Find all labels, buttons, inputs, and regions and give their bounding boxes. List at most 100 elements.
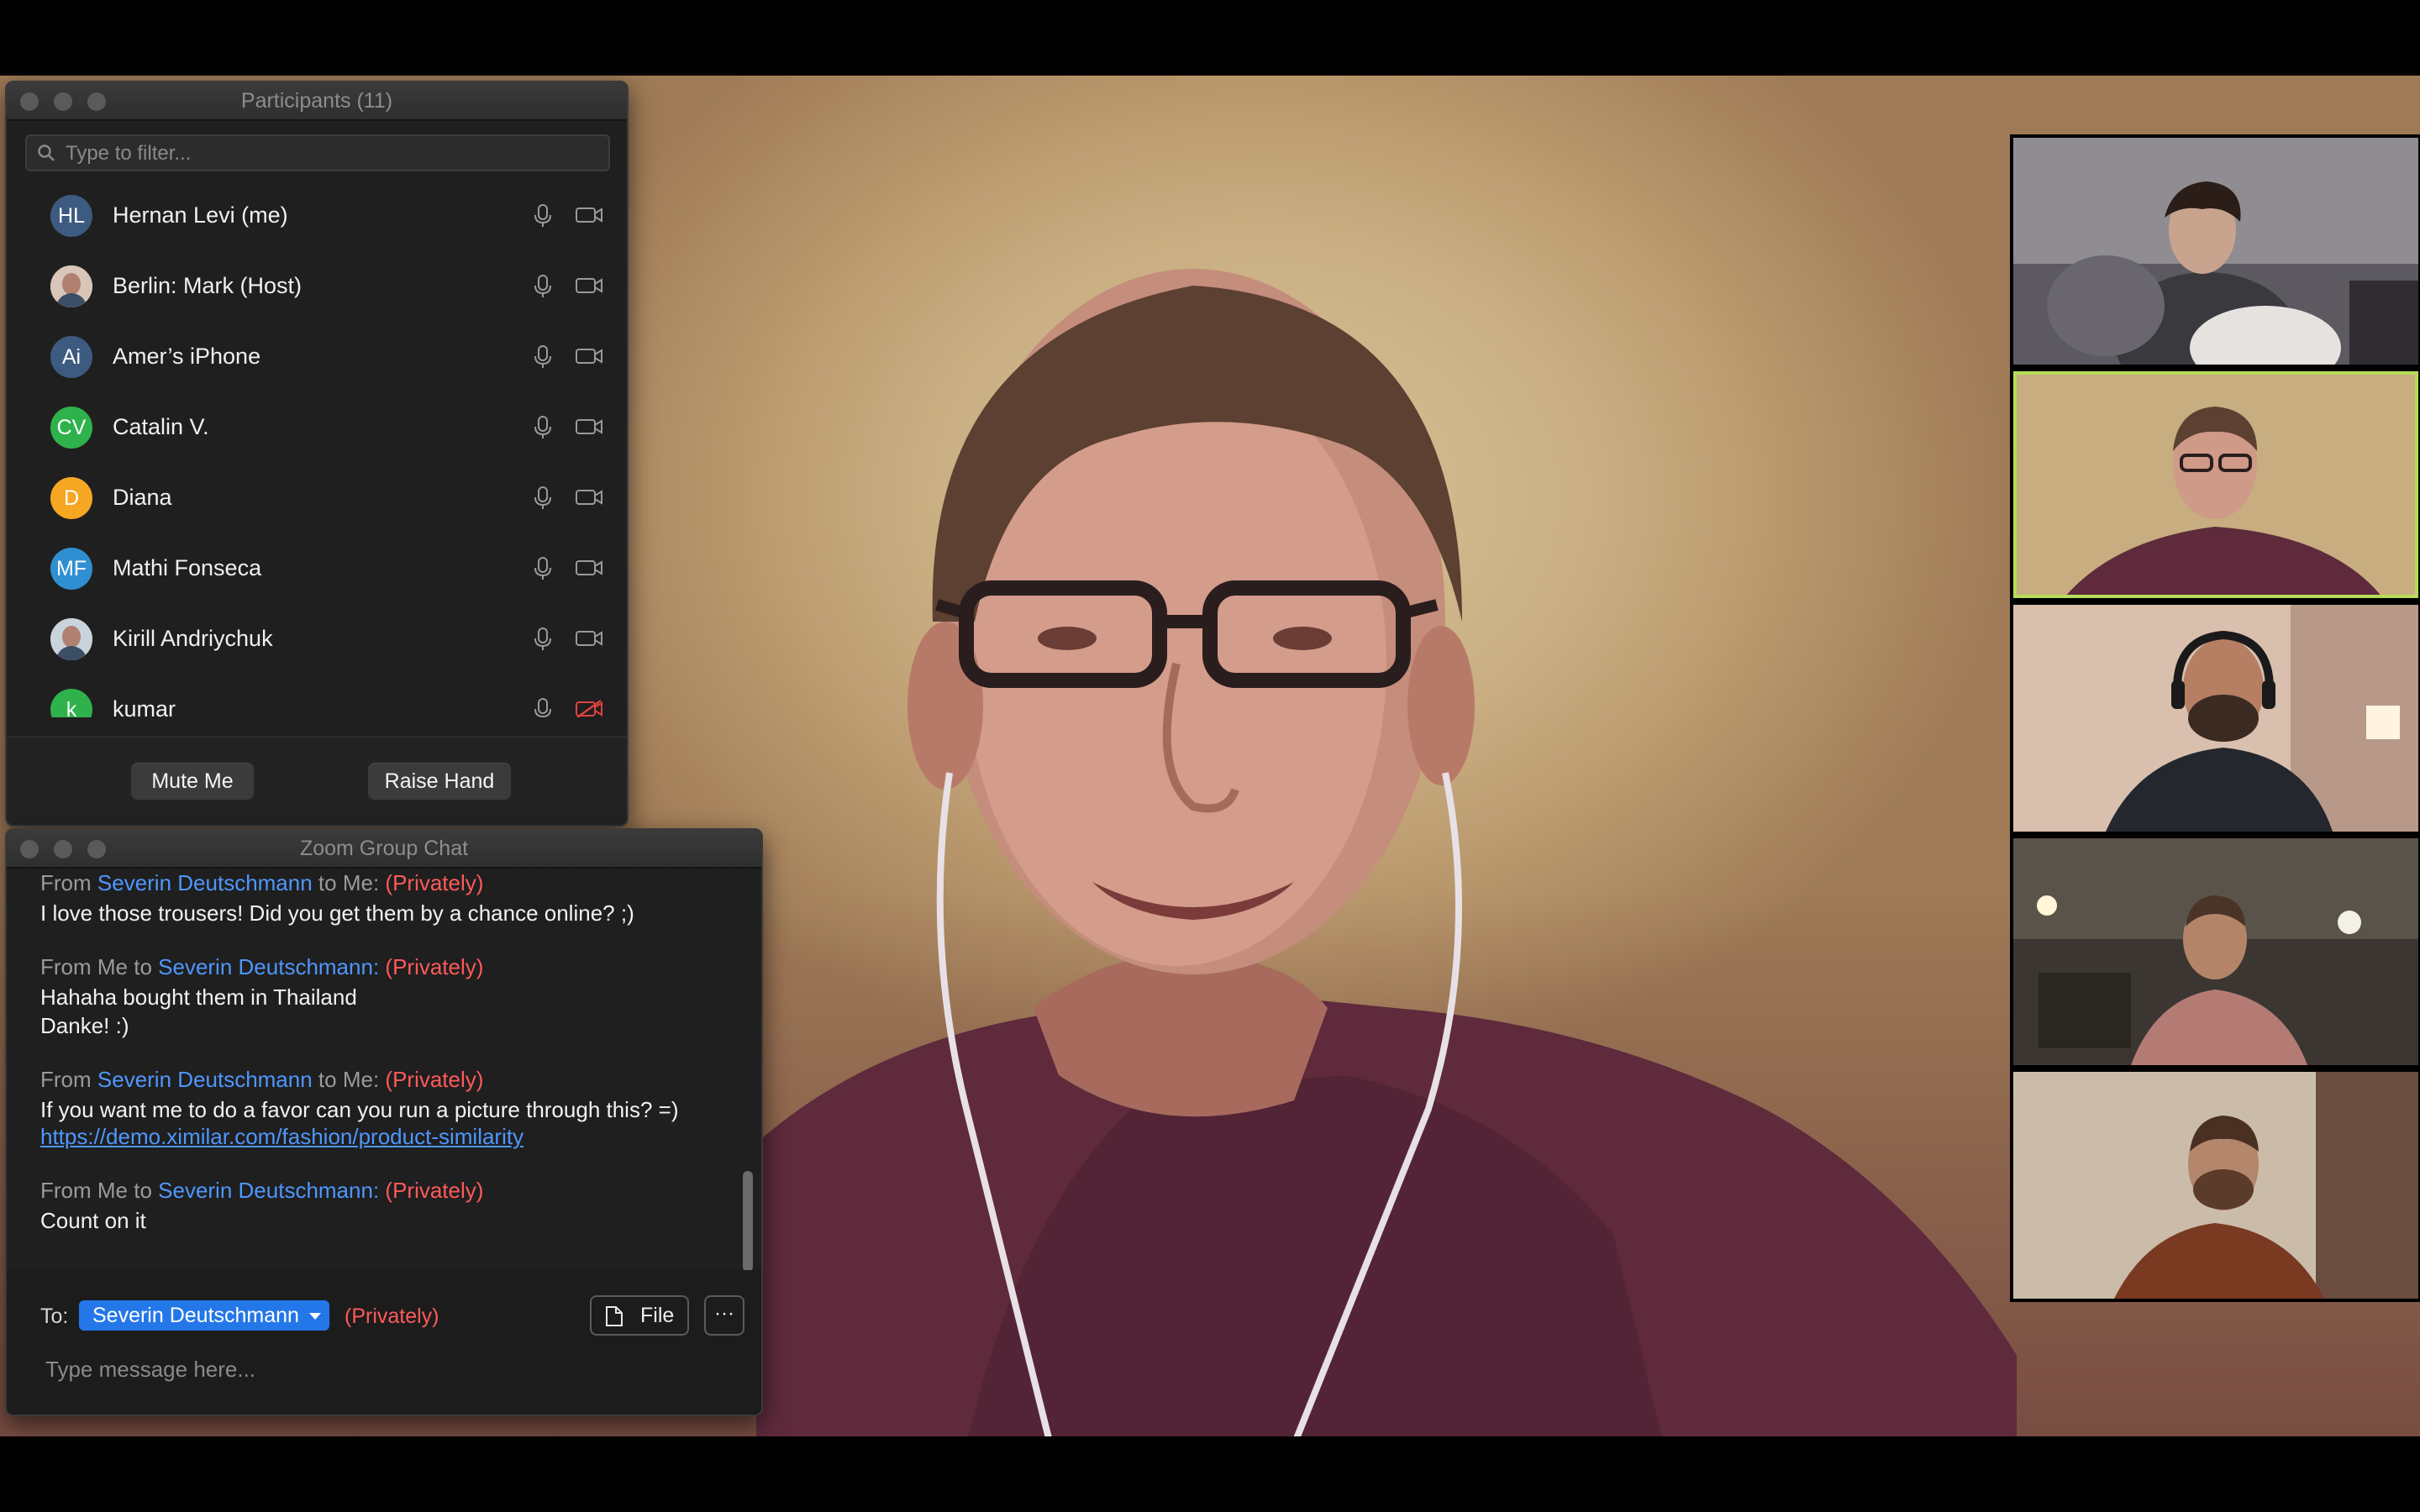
participant-video-5 xyxy=(2013,1072,2418,1299)
chat-message-link[interactable]: https://demo.ximilar.com/fashion/product… xyxy=(40,1122,523,1151)
participant-name: Amer’s iPhone xyxy=(113,344,261,369)
mute-me-button[interactable]: Mute Me xyxy=(131,763,254,800)
video-camera-icon[interactable] xyxy=(575,205,603,225)
video-thumbnail-strip xyxy=(2010,134,2420,1302)
private-tag: (Privately) xyxy=(385,870,484,895)
participants-title: Participants (11) xyxy=(240,89,393,113)
message-from-prefix: From xyxy=(40,870,97,895)
participant-row[interactable]: MF Mathi Fonseca xyxy=(7,533,627,603)
private-tag: (Privately) xyxy=(385,954,484,979)
more-options-button[interactable]: ··· xyxy=(704,1295,744,1336)
mic-icon[interactable] xyxy=(533,697,553,717)
message-to-text: to Me: xyxy=(312,870,386,895)
scrollbar-thumb[interactable] xyxy=(743,1171,753,1272)
participant-name: Mathi Fonseca xyxy=(113,555,262,580)
chat-message-text: Hahaha bought them in Thailand xyxy=(40,984,357,1010)
filter-input[interactable] xyxy=(64,136,597,171)
message-input[interactable] xyxy=(44,1347,736,1391)
chat-scrollbar[interactable] xyxy=(739,869,756,1272)
participants-panel: Participants (11) HL Hernan Levi (me) Berl… xyxy=(5,81,629,827)
participant-row[interactable]: HL Hernan Levi (me) xyxy=(7,180,627,250)
letterbox-bar xyxy=(0,1436,2420,1512)
recipient-name[interactable]: Severin Deutschmann: xyxy=(158,1178,379,1203)
avatar: Ai xyxy=(50,336,92,378)
avatar xyxy=(50,265,92,307)
message-from-prefix: From Me to xyxy=(40,954,159,979)
participant-name: Hernan Levi (me) xyxy=(113,202,288,228)
file-icon xyxy=(606,1306,623,1326)
participant-row[interactable]: D Diana xyxy=(7,462,627,533)
chat-message-header: From Severin Deutschmann to Me: (Private… xyxy=(40,1065,483,1094)
sender-name[interactable]: Severin Deutschmann xyxy=(97,1067,313,1092)
chat-messages[interactable]: From Severin Deutschmann to Me: (Private… xyxy=(7,869,736,1268)
chat-message-text: If you want me to do a favor can you run… xyxy=(40,1097,679,1122)
video-camera-icon[interactable] xyxy=(575,346,603,366)
mic-icon[interactable] xyxy=(533,415,553,440)
avatar: CV xyxy=(50,407,92,449)
file-button-label: File xyxy=(640,1304,675,1327)
video-thumbnail[interactable] xyxy=(2013,1072,2418,1299)
raise-hand-button[interactable]: Raise Hand xyxy=(368,763,511,800)
chat-composer: To: Severin Deutschmann (Privately) File… xyxy=(7,1270,761,1415)
chat-message-text: Count on it xyxy=(40,1208,146,1233)
chat-message-text: Danke! :) xyxy=(40,1013,129,1038)
participant-video-3 xyxy=(2013,605,2418,832)
participant-name: kumar xyxy=(113,696,176,717)
mic-icon[interactable] xyxy=(533,556,553,581)
avatar: MF xyxy=(50,548,92,590)
video-camera-icon[interactable] xyxy=(575,276,603,296)
participant-name: Diana xyxy=(113,485,172,510)
recipient-name[interactable]: Severin Deutschmann: xyxy=(158,954,379,979)
message-from-prefix: From xyxy=(40,1067,97,1092)
send-file-button[interactable]: File xyxy=(590,1295,689,1336)
message-to-text: to Me: xyxy=(312,1067,386,1092)
video-thumbnail[interactable] xyxy=(2013,838,2418,1065)
sender-name[interactable]: Severin Deutschmann xyxy=(97,870,313,895)
mic-icon[interactable] xyxy=(533,486,553,511)
avatar: HL xyxy=(50,195,92,237)
participant-row[interactable]: Ai Amer’s iPhone xyxy=(7,321,627,391)
video-camera-icon[interactable] xyxy=(575,417,603,437)
video-camera-icon[interactable] xyxy=(575,628,603,648)
avatar xyxy=(50,618,92,660)
search-icon xyxy=(38,144,55,161)
participant-row[interactable]: Kirill Andriychuk xyxy=(7,603,627,674)
mic-icon[interactable] xyxy=(533,274,553,299)
chat-message-header: From Me to Severin Deutschmann: (Private… xyxy=(40,1176,483,1205)
chat-titlebar[interactable]: Zoom Group Chat xyxy=(7,830,761,869)
video-camera-off-icon[interactable] xyxy=(575,699,603,717)
recipient-dropdown[interactable]: Severin Deutschmann xyxy=(79,1300,329,1331)
private-tag: (Privately) xyxy=(385,1178,484,1203)
participant-video-1 xyxy=(2013,138,2418,365)
private-tag: (Privately) xyxy=(385,1067,484,1092)
video-thumbnail-active-speaker[interactable] xyxy=(2013,371,2418,598)
avatar: D xyxy=(50,477,92,519)
participants-footer: Mute Me Raise Hand xyxy=(7,736,627,825)
participant-row[interactable]: k kumar xyxy=(7,674,627,717)
speaker-figure xyxy=(756,269,2017,1436)
participant-row[interactable]: CV Catalin V. xyxy=(7,391,627,462)
video-thumbnail[interactable] xyxy=(2013,605,2418,832)
chat-title: Zoom Group Chat xyxy=(299,837,469,860)
chat-message-header: From Me to Severin Deutschmann: (Private… xyxy=(40,953,483,981)
mic-icon[interactable] xyxy=(533,627,553,652)
private-tag: (Privately) xyxy=(345,1305,439,1328)
group-chat-panel: Zoom Group Chat From Severin Deutschmann… xyxy=(5,828,763,1416)
participant-filter xyxy=(25,134,610,171)
chat-message-text: I love those trousers! Did you get them … xyxy=(40,900,634,926)
participant-name: Catalin V. xyxy=(113,414,209,439)
chat-message-header: From Severin Deutschmann to Me: (Private… xyxy=(40,869,483,897)
video-camera-icon[interactable] xyxy=(575,487,603,507)
video-thumbnail[interactable] xyxy=(2013,138,2418,365)
mic-icon[interactable] xyxy=(533,203,553,228)
mic-icon[interactable] xyxy=(533,344,553,370)
participants-titlebar[interactable]: Participants (11) xyxy=(7,82,627,121)
participant-row[interactable]: Berlin: Mark (Host) xyxy=(7,250,627,321)
message-from-prefix: From Me to xyxy=(40,1178,159,1203)
participant-video-4 xyxy=(2013,838,2418,1065)
avatar: k xyxy=(50,689,92,717)
video-camera-icon[interactable] xyxy=(575,558,603,578)
recipient-name: Severin Deutschmann xyxy=(92,1304,299,1327)
to-label: To: xyxy=(40,1305,69,1328)
participant-name: Kirill Andriychuk xyxy=(113,626,273,651)
